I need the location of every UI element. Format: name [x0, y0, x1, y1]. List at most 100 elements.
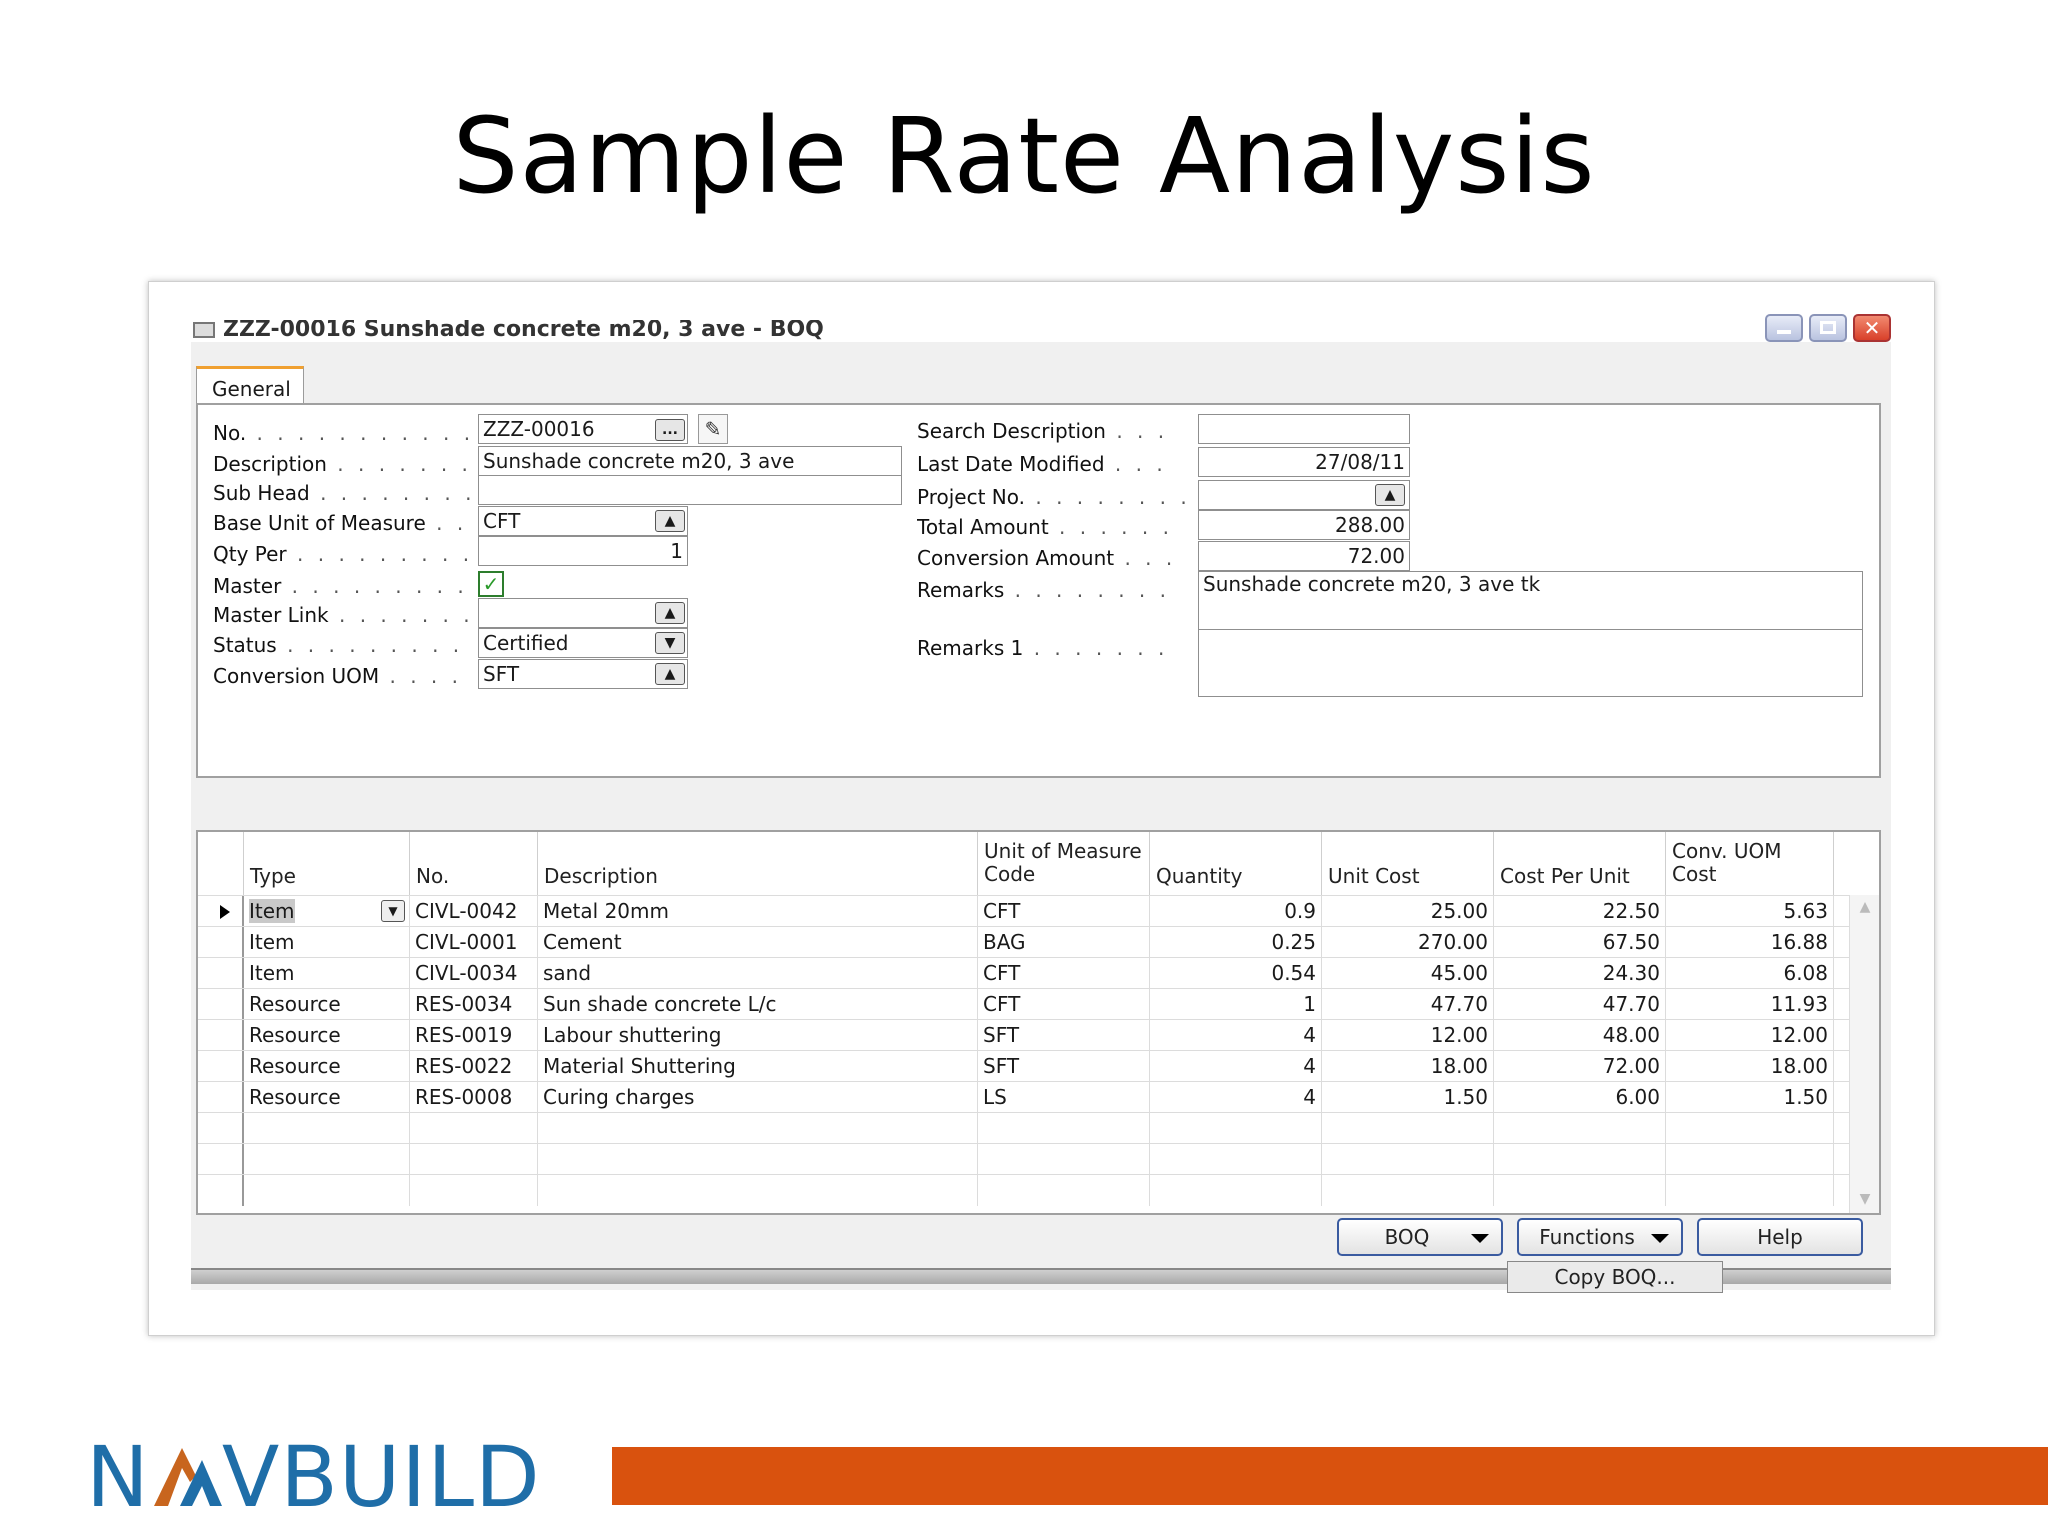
cell-unit-cost[interactable]: 45.00	[1322, 958, 1494, 989]
master-checkbox[interactable]: ✓	[478, 571, 504, 597]
table-row[interactable]: Item ▼ CIVL-0042 Metal 20mm CFT 0.9 25.00 22.50…	[198, 895, 1850, 927]
cell-uom[interactable]: LS	[978, 1082, 1150, 1113]
table-row[interactable]: Resource RES-0008 Curing charges LS 4 1.50 6.0…	[198, 1081, 1850, 1113]
minimize-button[interactable]	[1765, 314, 1803, 342]
boq-button[interactable]: BOQ	[1337, 1218, 1503, 1256]
col-header-cost-per-unit[interactable]: Cost Per Unit	[1494, 832, 1666, 895]
cell-type[interactable]: Resource	[244, 1051, 410, 1082]
cell-unit-cost[interactable]: 1.50	[1322, 1082, 1494, 1113]
scroll-up-icon[interactable]: ▲	[1856, 899, 1874, 917]
table-row[interactable]: Item CIVL-0001 Cement BAG 0.25 270.00 67.50 16.…	[198, 926, 1850, 958]
cell-quantity[interactable]: 4	[1150, 1020, 1322, 1051]
cell-uom[interactable]: SFT	[978, 1051, 1150, 1082]
cell-conv-cost[interactable]: 6.08	[1666, 958, 1834, 989]
cell-conv-cost[interactable]	[1666, 1113, 1834, 1144]
cell-uom[interactable]: CFT	[978, 958, 1150, 989]
cell-description[interactable]: Metal 20mm	[538, 896, 978, 927]
cell-conv-cost[interactable]: 12.00	[1666, 1020, 1834, 1051]
cell-type[interactable]: Resource	[244, 989, 410, 1020]
cell-cost-per-unit[interactable]: 72.00	[1494, 1051, 1666, 1082]
total-amount-field[interactable]: 288.00	[1198, 510, 1410, 540]
cell-uom[interactable]: CFT	[978, 989, 1150, 1020]
cell-unit-cost[interactable]	[1322, 1175, 1494, 1206]
cell-conv-cost[interactable]: 1.50	[1666, 1082, 1834, 1113]
cell-cost-per-unit[interactable]	[1494, 1144, 1666, 1175]
scroll-down-icon[interactable]: ▼	[1856, 1191, 1874, 1209]
cell-conv-cost[interactable]: 11.93	[1666, 989, 1834, 1020]
cell-no[interactable]: CIVL-0001	[410, 927, 538, 958]
row-selector[interactable]	[198, 927, 244, 958]
cell-no[interactable]: RES-0034	[410, 989, 538, 1020]
project-no-dropdown-icon[interactable]: ▲	[1375, 484, 1405, 506]
base-uom-dropdown-icon[interactable]: ▲	[655, 510, 685, 532]
cell-description[interactable]	[538, 1113, 978, 1144]
cell-conv-cost[interactable]	[1666, 1144, 1834, 1175]
search-description-field[interactable]	[1198, 414, 1410, 444]
col-header-description[interactable]: Description	[538, 832, 978, 895]
sub-head-field[interactable]	[478, 475, 902, 505]
cell-uom[interactable]: SFT	[978, 1020, 1150, 1051]
maximize-button[interactable]	[1809, 314, 1847, 342]
cell-no[interactable]	[410, 1113, 538, 1144]
close-button[interactable]: ✕	[1853, 314, 1891, 342]
pencil-icon[interactable]: ✎	[698, 414, 728, 444]
cell-unit-cost[interactable]: 47.70	[1322, 989, 1494, 1020]
cell-unit-cost[interactable]: 25.00	[1322, 896, 1494, 927]
remarks1-field[interactable]	[1198, 629, 1863, 697]
cell-cost-per-unit[interactable]	[1494, 1113, 1666, 1144]
cell-cost-per-unit[interactable]: 6.00	[1494, 1082, 1666, 1113]
cell-unit-cost[interactable]: 270.00	[1322, 927, 1494, 958]
cell-quantity[interactable]: 0.9	[1150, 896, 1322, 927]
cell-description[interactable]: Curing charges	[538, 1082, 978, 1113]
grid-scrollbar[interactable]: ▲ ▼	[1849, 895, 1879, 1213]
cell-description[interactable]	[538, 1144, 978, 1175]
cell-quantity[interactable]: 0.25	[1150, 927, 1322, 958]
cell-unit-cost[interactable]: 12.00	[1322, 1020, 1494, 1051]
cell-cost-per-unit[interactable]: 67.50	[1494, 927, 1666, 958]
cell-uom[interactable]	[978, 1113, 1150, 1144]
row-selector[interactable]	[198, 1020, 244, 1051]
type-dropdown-icon[interactable]: ▼	[381, 900, 405, 922]
col-header-conv-uom-cost[interactable]: Conv. UOM Cost	[1666, 832, 1834, 895]
cell-conv-cost[interactable]: 18.00	[1666, 1051, 1834, 1082]
col-header-unit-cost[interactable]: Unit Cost	[1322, 832, 1494, 895]
row-selector[interactable]	[198, 989, 244, 1020]
cell-cost-per-unit[interactable]: 22.50	[1494, 896, 1666, 927]
row-selector[interactable]	[198, 1175, 244, 1206]
cell-cost-per-unit[interactable]: 48.00	[1494, 1020, 1666, 1051]
cell-quantity[interactable]: 0.54	[1150, 958, 1322, 989]
table-row[interactable]: Item CIVL-0034 sand CFT 0.54 45.00 24.30 6.08	[198, 957, 1850, 989]
last-date-modified-field[interactable]: 27/08/11	[1198, 447, 1410, 477]
menu-item-copy-boq[interactable]: Copy BOQ...	[1507, 1261, 1723, 1293]
help-button[interactable]: Help	[1697, 1218, 1863, 1256]
cell-unit-cost[interactable]	[1322, 1113, 1494, 1144]
cell-uom[interactable]	[978, 1175, 1150, 1206]
cell-description[interactable]: Labour shuttering	[538, 1020, 978, 1051]
ellipsis-lookup-icon[interactable]: ...	[655, 419, 685, 441]
cell-quantity[interactable]: 1	[1150, 989, 1322, 1020]
cell-conv-cost[interactable]	[1666, 1175, 1834, 1206]
cell-quantity[interactable]	[1150, 1113, 1322, 1144]
cell-quantity[interactable]	[1150, 1175, 1322, 1206]
cell-uom[interactable]: CFT	[978, 896, 1150, 927]
cell-description[interactable]	[538, 1175, 978, 1206]
table-row[interactable]	[198, 1112, 1850, 1144]
cell-quantity[interactable]: 4	[1150, 1051, 1322, 1082]
table-row[interactable]	[198, 1174, 1850, 1206]
cell-quantity[interactable]: 4	[1150, 1082, 1322, 1113]
row-selector[interactable]	[198, 1113, 244, 1144]
cell-no[interactable]: CIVL-0042	[410, 896, 538, 927]
cell-type[interactable]: Item	[244, 927, 410, 958]
table-row[interactable]: Resource RES-0022 Material Shuttering SFT 4 1…	[198, 1050, 1850, 1082]
col-header-quantity[interactable]: Quantity	[1150, 832, 1322, 895]
qty-per-field[interactable]: 1	[478, 536, 688, 566]
cell-no[interactable]: RES-0008	[410, 1082, 538, 1113]
master-link-dropdown-icon[interactable]: ▲	[655, 602, 685, 624]
row-selector[interactable]	[198, 896, 244, 927]
cell-uom[interactable]: BAG	[978, 927, 1150, 958]
row-selector[interactable]	[198, 1051, 244, 1082]
cell-cost-per-unit[interactable]	[1494, 1175, 1666, 1206]
cell-unit-cost[interactable]: 18.00	[1322, 1051, 1494, 1082]
cell-type[interactable]	[244, 1113, 410, 1144]
cell-description[interactable]: Sun shade concrete L/c	[538, 989, 978, 1020]
